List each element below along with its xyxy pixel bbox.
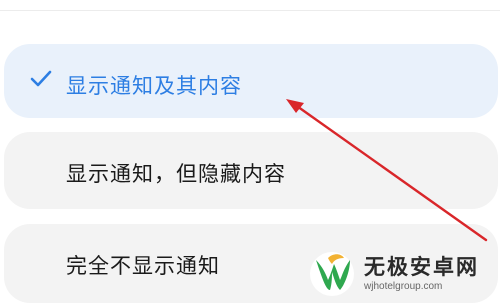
watermark-url: wjhotelgroup.com	[364, 280, 443, 292]
watermark: 无极安卓网 wjhotelgroup.com	[302, 244, 500, 303]
option-label: 完全不显示通知	[66, 254, 220, 278]
option-hide-content[interactable]: 显示通知，但隐藏内容	[4, 132, 498, 209]
watermark-title: 无极安卓网	[364, 254, 479, 279]
option-label: 显示通知，但隐藏内容	[66, 162, 286, 186]
top-divider	[0, 0, 500, 11]
leaf-w-logo	[310, 251, 354, 296]
checkmark-icon	[30, 70, 52, 87]
option-show-content[interactable]: 显示通知及其内容	[4, 44, 498, 118]
option-label: 显示通知及其内容	[66, 74, 242, 98]
